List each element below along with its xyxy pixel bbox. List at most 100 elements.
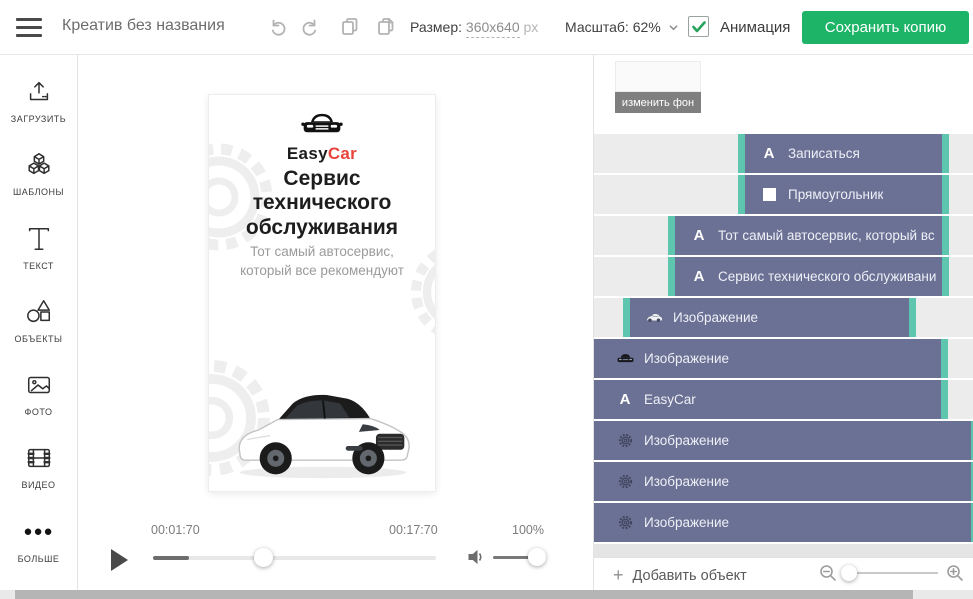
layer-bar-easycar[interactable]: A EasyCar <box>594 380 948 419</box>
layer-row: A Сервис технического обслуживани <box>594 257 973 296</box>
total-time: 00:17:70 <box>389 523 436 537</box>
templates-icon <box>24 150 54 180</box>
sidebar-item-label: ТЕКСТ <box>23 261 54 271</box>
text-icon <box>24 224 54 254</box>
layers-list: A Записаться Прямоугольник A Тот самый <box>594 134 973 544</box>
easycar-logo[interactable]: EasyCar <box>209 111 435 164</box>
logo-text: EasyCar <box>209 144 435 164</box>
rectangle-layer-icon <box>759 188 779 201</box>
layer-bar-image-car[interactable]: Изображение <box>594 339 948 378</box>
layer-row: Изображение <box>594 462 973 501</box>
seek-thumb[interactable] <box>254 548 273 567</box>
layers-footer-strip <box>594 544 973 557</box>
layer-row: Изображение <box>594 503 973 542</box>
layer-row: A Тот самый автосервис, который вс <box>594 216 973 255</box>
drag-handle-right[interactable] <box>942 216 949 255</box>
copy-icon[interactable] <box>340 17 360 37</box>
sidebar-item-photo[interactable]: ФОТО <box>0 370 78 443</box>
drag-handle-right[interactable] <box>942 175 949 214</box>
sidebar-item-objects[interactable]: ОБЪЕКТЫ <box>0 297 78 370</box>
objects-icon <box>24 297 54 327</box>
sidebar-item-label: ОБЪЕКТЫ <box>15 334 63 344</box>
layers-panel-footer: + Добавить объект <box>594 557 973 590</box>
layer-bar-text-2[interactable]: A Сервис технического обслуживани <box>668 257 949 296</box>
layer-bar-rectangle[interactable]: Прямоугольник <box>738 175 949 214</box>
car-photo[interactable] <box>227 377 419 481</box>
animation-label: Анимация <box>720 19 790 36</box>
text-layer-icon: A <box>689 268 709 285</box>
drag-handle-right[interactable] <box>942 134 949 173</box>
volume-icon[interactable] <box>468 549 485 565</box>
scrollbar-thumb[interactable] <box>15 590 913 599</box>
paste-icon[interactable] <box>376 17 396 37</box>
sidebar-item-templates[interactable]: ШАБЛОНЫ <box>0 150 78 223</box>
play-button[interactable] <box>111 549 128 571</box>
horizontal-scrollbar[interactable] <box>0 590 973 599</box>
sidebar-item-text[interactable]: ТЕКСТ <box>0 224 78 297</box>
layer-bar-image-photo[interactable]: Изображение <box>623 298 916 337</box>
drag-handle-left[interactable] <box>738 175 745 214</box>
seek-slider[interactable] <box>153 556 436 560</box>
background-thumbnail[interactable] <box>615 61 701 92</box>
sidebar-item-more[interactable]: ●●● БОЛЬШЕ <box>0 517 78 590</box>
document-title[interactable]: Креатив без названия <box>62 17 225 35</box>
layer-bar-image-gear[interactable]: Изображение <box>594 462 973 501</box>
more-icon: ●●● <box>24 517 54 547</box>
drag-handle-right[interactable] <box>941 380 948 419</box>
change-background-button[interactable]: изменить фон <box>615 92 701 113</box>
drag-handle-left[interactable] <box>623 298 630 337</box>
image-layer-icon <box>644 313 664 323</box>
size-label: Размер: <box>410 19 462 35</box>
layer-bar-zapisatsya[interactable]: A Записаться <box>738 134 949 173</box>
undo-icon[interactable] <box>268 17 288 37</box>
sidebar-item-label: ФОТО <box>25 407 53 417</box>
timeline-zoom-slider[interactable] <box>843 572 938 574</box>
sidebar-item-label: ШАБЛОНЫ <box>13 187 64 197</box>
text-layer-icon: A <box>689 227 709 244</box>
size-control: Размер: 360x640 px <box>410 19 538 35</box>
creative-canvas[interactable]: EasyCar Сервис технического обслуживания… <box>209 95 435 491</box>
layer-row: Изображение <box>594 298 973 337</box>
canvas-area: EasyCar Сервис технического обслуживания… <box>79 55 593 590</box>
canvas-subtext[interactable]: Тот самый автосервис, который все рекоме… <box>227 243 417 280</box>
volume-slider[interactable] <box>493 556 538 559</box>
drag-handle-left[interactable] <box>738 134 745 173</box>
car-logo-icon <box>300 111 344 137</box>
scale-dropdown[interactable]: Масштаб: 62% <box>565 19 678 35</box>
zoom-out-icon[interactable] <box>819 564 837 582</box>
layer-row: A Записаться <box>594 134 973 173</box>
gear-layer-icon <box>615 474 635 489</box>
sidebar-item-video[interactable]: ВИДЕО <box>0 443 78 516</box>
plus-icon: + <box>613 565 624 586</box>
timeline-zoom-thumb[interactable] <box>841 565 857 581</box>
scale-value: 62% <box>633 19 661 35</box>
drag-handle-left[interactable] <box>668 216 675 255</box>
zoom-in-icon[interactable] <box>946 564 964 582</box>
layer-bar-text-1[interactable]: A Тот самый автосервис, который вс <box>668 216 949 255</box>
seek-fill <box>153 556 189 560</box>
layer-bar-image-gear[interactable]: Изображение <box>594 421 973 460</box>
creative-editor-app: Креатив без названия Размер: 360x640 px … <box>0 0 973 599</box>
sidebar-item-upload[interactable]: ЗАГРУЗИТЬ <box>0 77 78 150</box>
drag-handle-right[interactable] <box>941 339 948 378</box>
redo-icon[interactable] <box>300 17 320 37</box>
size-value[interactable]: 360x640 <box>466 19 520 38</box>
drag-handle-right[interactable] <box>942 257 949 296</box>
layers-panel: изменить фон A Записаться Прямоугольник <box>593 55 973 590</box>
save-copy-button[interactable]: Сохранить копию <box>802 11 969 44</box>
drag-handle-right[interactable] <box>909 298 916 337</box>
add-object-button[interactable]: + Добавить объект <box>613 565 747 586</box>
layer-bar-image-gear[interactable]: Изображение <box>594 503 973 542</box>
canvas-heading[interactable]: Сервис технического обслуживания <box>217 167 427 240</box>
upload-icon <box>24 77 54 107</box>
photo-icon <box>24 370 54 400</box>
current-time: 00:01:70 <box>151 523 200 537</box>
layer-row: A EasyCar <box>594 380 973 419</box>
sidebar-item-label: ВИДЕО <box>21 480 55 490</box>
sidebar: ЗАГРУЗИТЬ ШАБЛОНЫ ТЕКСТ ОБЪЕКТЫ ФОТО <box>0 55 78 590</box>
drag-handle-left[interactable] <box>668 257 675 296</box>
volume-value: 100% <box>505 523 551 537</box>
animation-checkbox[interactable] <box>688 16 709 37</box>
menu-icon[interactable] <box>16 18 42 37</box>
volume-thumb[interactable] <box>528 548 546 566</box>
